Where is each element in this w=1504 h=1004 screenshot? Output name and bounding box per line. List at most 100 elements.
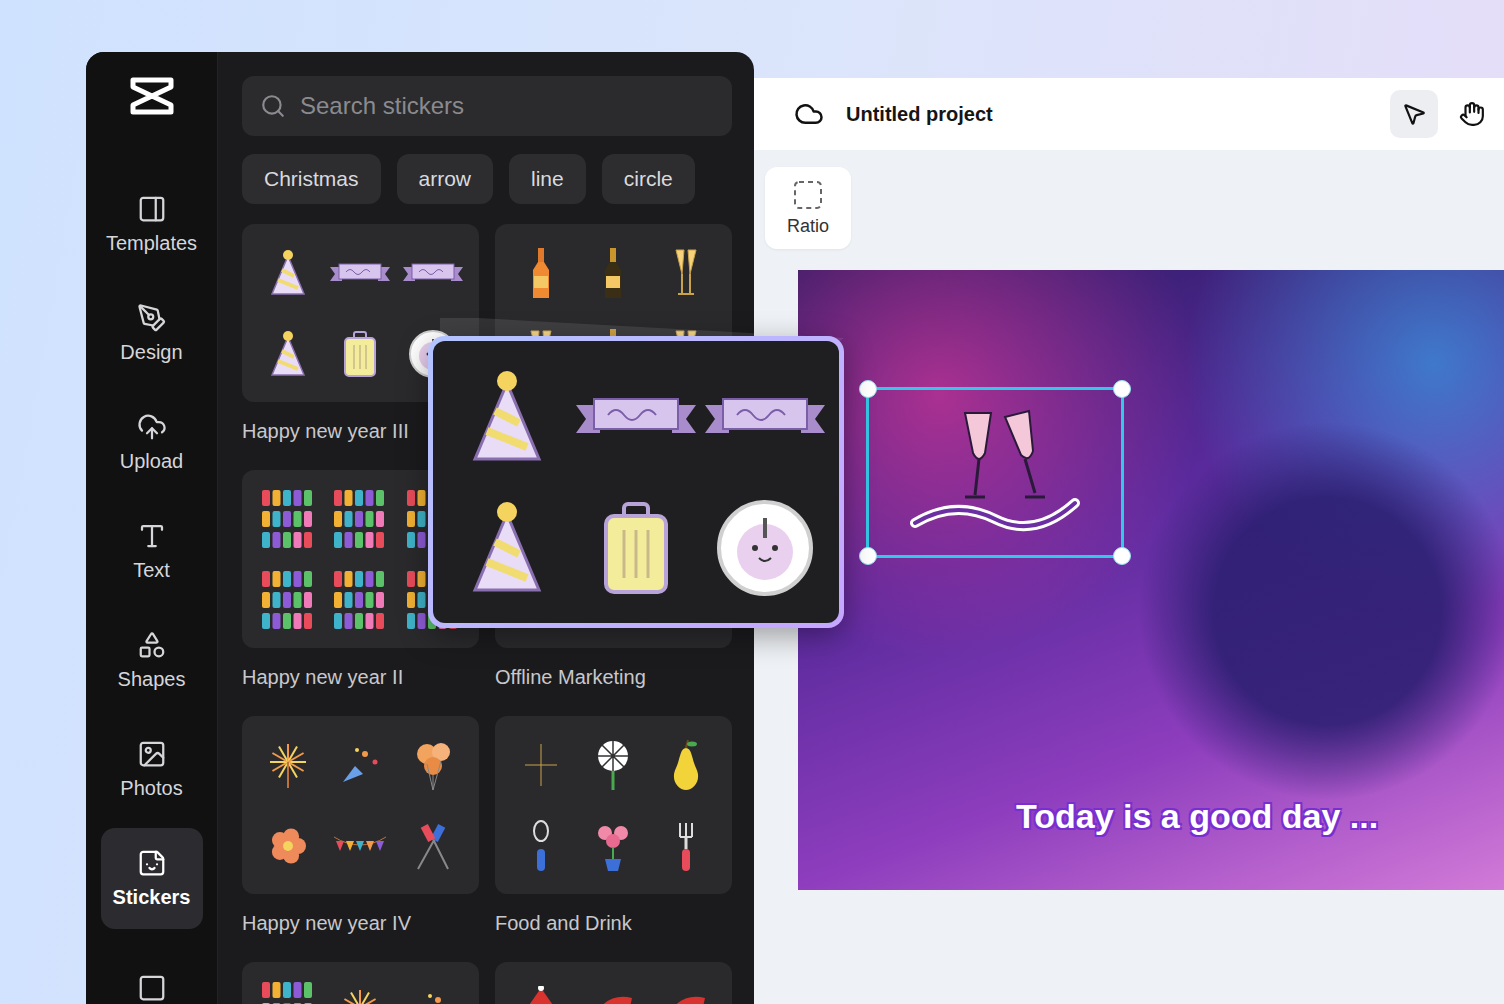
sticker-pack[interactable] [242,962,479,1004]
banner-sticker-icon[interactable] [576,393,696,441]
resize-handle[interactable] [1113,380,1131,398]
pack-card[interactable] [242,962,479,1004]
pack-label: Happy new year II [242,648,479,689]
select-tool-button[interactable] [1390,90,1438,138]
nav-icon [137,194,167,224]
search-box [242,76,732,136]
santa-sticker-icon[interactable] [521,986,561,1004]
nav-item[interactable] [101,937,203,1004]
flute-sticker-icon[interactable] [672,246,700,300]
video-canvas[interactable]: Today is a good day ... [798,270,1504,890]
tag-chip[interactable]: arrow [397,154,494,204]
clock-sticker-icon[interactable] [715,498,815,598]
side-nav: Templates Design Upload Text Shapes PhotosSti… [86,52,218,1004]
hat-sticker-icon[interactable] [268,329,308,379]
ratio-label: Ratio [787,216,829,237]
suitcase-sticker-icon[interactable] [340,329,380,379]
cone-sticker-icon[interactable] [335,740,385,790]
ratio-button[interactable]: Ratio [765,167,851,249]
resize-handle[interactable] [859,380,877,398]
nav-icon [137,739,167,769]
chip-row: Christmas arrow line circle [242,154,732,204]
textart-sticker-icon[interactable] [260,486,316,552]
nav-icon [137,412,167,442]
redhat-sticker-icon[interactable] [661,986,711,1004]
cloud-icon[interactable] [794,99,824,129]
balloons-sticker-icon[interactable] [411,738,455,792]
hand-tool-button[interactable] [1448,90,1496,138]
cheers-sticker-icon [895,403,1095,543]
firework-sticker-icon[interactable] [263,740,313,790]
pointer-icon [1401,101,1427,127]
sparkle-sticker-icon[interactable] [521,740,561,790]
pack-card[interactable] [495,716,732,894]
nav-item[interactable]: Photos [101,719,203,820]
banner-sticker-icon[interactable] [403,261,463,285]
rocket-sticker-icon[interactable] [408,819,458,873]
hat-sticker-icon[interactable] [467,498,547,598]
bottle-sticker-icon[interactable] [529,246,553,300]
textart-sticker-icon[interactable] [260,567,316,633]
nav-label: Shapes [118,668,186,691]
pot-sticker-icon[interactable] [591,819,635,873]
banner-sticker-icon[interactable] [705,393,825,441]
tag-chip[interactable]: circle [602,154,695,204]
nav-item[interactable]: Stickers [101,828,203,929]
pack-label: Happy new year IV [242,894,479,935]
nav-icon [137,848,167,878]
logo[interactable] [129,76,175,116]
sticker-preview-popup [428,336,844,628]
nav-item[interactable]: Text [101,501,203,602]
tag-chip[interactable]: line [509,154,586,204]
caption-text[interactable]: Today is a good day ... [1016,797,1378,836]
banner-sticker-icon[interactable] [330,261,390,285]
sticker-pack[interactable]: Happy new year IV [242,716,479,962]
nav-icon [137,303,167,333]
editor: Untitled project Ratio Today is a good day… [754,78,1504,1004]
garland-sticker-icon[interactable] [332,831,388,861]
nav-label: Templates [106,232,197,255]
hat-sticker-icon[interactable] [268,248,308,298]
cone-sticker-icon[interactable] [408,986,458,1004]
textart-sticker-icon[interactable] [332,486,388,552]
nav-item[interactable]: Design [101,283,203,384]
ratio-icon [793,180,823,210]
pack-card[interactable] [495,962,732,1004]
redhat-sticker-icon[interactable] [588,986,638,1004]
tag-chip[interactable]: Christmas [242,154,381,204]
flower-sticker-icon[interactable] [263,821,313,871]
pear-sticker-icon[interactable] [666,738,706,792]
suitcase-sticker-icon[interactable] [596,498,676,598]
resize-handle[interactable] [859,547,877,565]
fork-sticker-icon[interactable] [674,819,698,873]
nav-icon [137,521,167,551]
sticker-pack[interactable] [495,962,732,1004]
firework-sticker-icon[interactable] [335,986,385,1004]
spoon-sticker-icon[interactable] [529,819,553,873]
sticker-selection[interactable] [866,387,1124,558]
lollipop-sticker-icon[interactable] [593,738,633,792]
capcut-logo-icon [129,76,175,116]
nav-label: Text [133,559,170,582]
preview-grid [433,341,839,623]
search-input[interactable] [298,91,714,121]
pack-label: Offline Marketing [495,648,732,689]
search-icon [260,93,286,119]
sticker-pack[interactable]: Food and Drink [495,716,732,962]
nav-item[interactable]: Upload [101,392,203,493]
project-title[interactable]: Untitled project [846,103,993,126]
nav-label: Upload [120,450,183,473]
tool-group [1390,90,1496,138]
top-bar: Untitled project [754,78,1504,150]
resize-handle[interactable] [1113,547,1131,565]
workspace: Ratio Today is a good day ... [754,150,1504,890]
frame-icon [137,973,167,1003]
nav-label: Design [120,341,182,364]
nav-item[interactable]: Shapes [101,610,203,711]
nav-item[interactable]: Templates [101,174,203,275]
hat-sticker-icon[interactable] [467,367,547,467]
pack-card[interactable] [242,716,479,894]
textart-sticker-icon[interactable] [260,978,316,1004]
textart-sticker-icon[interactable] [332,567,388,633]
bottle2-sticker-icon[interactable] [601,246,625,300]
